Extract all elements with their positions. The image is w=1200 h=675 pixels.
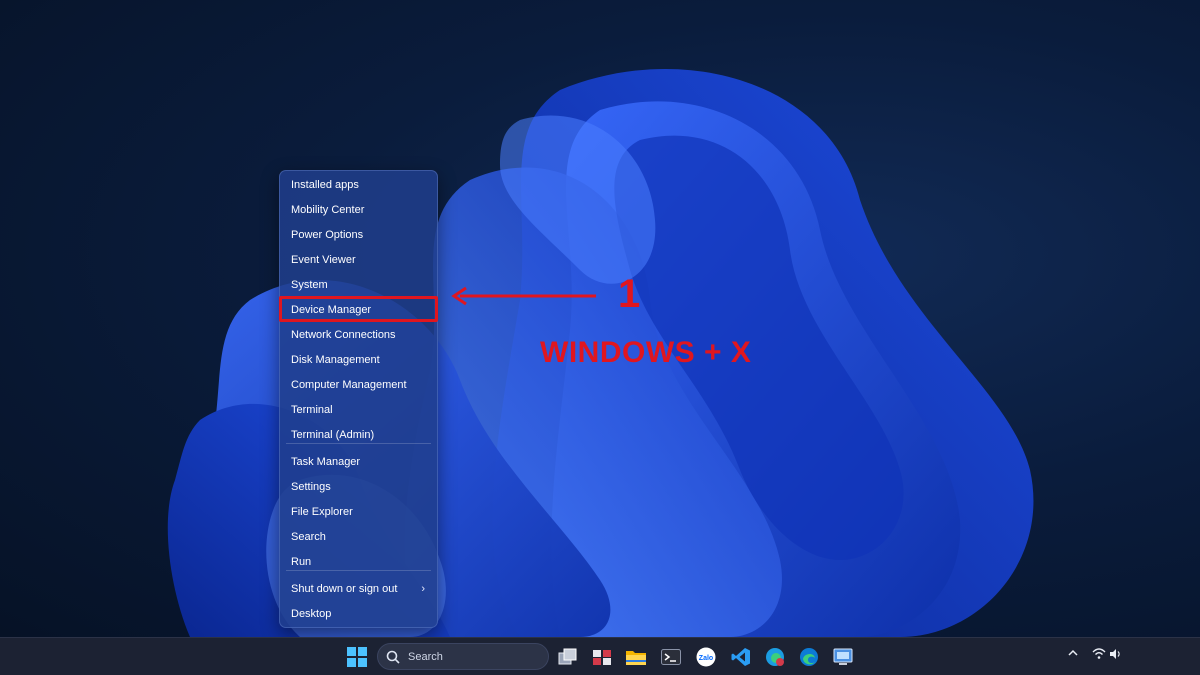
task-view-button[interactable]	[556, 645, 580, 669]
task-view-icon	[558, 648, 577, 665]
menu-item-file-explorer[interactable]: File Explorer	[280, 499, 437, 524]
zalo-icon: Zalo	[696, 647, 716, 667]
step-number: 1	[618, 272, 641, 316]
menu-item-label: Mobility Center	[291, 203, 365, 216]
search-label: Search	[408, 650, 443, 663]
zalo-label: Zalo	[699, 655, 713, 662]
menu-item-label: Terminal (Admin)	[291, 428, 375, 441]
menu-item-installed-apps[interactable]: Installed apps	[280, 172, 437, 197]
menu-item-label: Computer Management	[291, 378, 407, 391]
menu-item-disk-management[interactable]: Disk Management	[280, 347, 437, 372]
menu-item-computer-management[interactable]: Computer Management	[280, 372, 437, 397]
menu-item-label: Desktop	[291, 607, 332, 620]
menu-item-label: Disk Management	[291, 353, 380, 366]
menu-item-terminal-admin[interactable]: Terminal (Admin)	[280, 422, 437, 447]
menu-item-system[interactable]: System	[280, 272, 437, 297]
file-explorer-button[interactable]	[624, 645, 648, 669]
menu-item-desktop[interactable]: Desktop	[280, 601, 437, 626]
menu-item-label: File Explorer	[291, 505, 353, 518]
chevron-right-icon: ›	[421, 582, 425, 595]
menu-item-settings[interactable]: Settings	[280, 474, 437, 499]
menu-item-task-manager[interactable]: Task Manager	[280, 449, 437, 474]
menu-item-label: Run	[291, 555, 312, 568]
menu-item-search[interactable]: Search	[280, 524, 437, 549]
menu-item-network-connections[interactable]: Network Connections	[280, 322, 437, 347]
edge-button[interactable]	[797, 645, 821, 669]
zalo-button[interactable]: Zalo	[694, 645, 718, 669]
annotation-arrow-icon	[451, 286, 596, 306]
menu-item-label: Power Options	[291, 228, 364, 241]
start-button[interactable]	[345, 645, 369, 669]
menu-item-shut-down-or-sign-out[interactable]: Shut down or sign out ›	[280, 576, 437, 601]
windows-tools-button[interactable]	[590, 645, 614, 669]
menu-item-label: Task Manager	[291, 455, 361, 468]
file-explorer-icon	[626, 651, 646, 665]
bloom-wallpaper	[167, 68, 1034, 637]
edge-icon	[800, 648, 818, 666]
search-icon	[386, 649, 402, 665]
terminal-icon	[661, 649, 681, 665]
shortcut-label: WINDOWS + X	[540, 336, 752, 369]
taskbar: Search Zalo	[0, 637, 1200, 675]
winx-quick-link-menu: Installed apps Mobility Center Power Optio…	[279, 170, 438, 628]
menu-item-label: Settings	[291, 480, 331, 493]
menu-item-label: Network Connections	[291, 328, 396, 341]
volume-icon[interactable]	[1109, 648, 1123, 663]
screen-capture-icon	[833, 648, 853, 665]
menu-item-mobility-center[interactable]: Mobility Center	[280, 197, 437, 222]
menu-item-run[interactable]: Run	[280, 549, 437, 574]
desktop[interactable]: Installed apps Mobility Center Power Optio…	[0, 0, 1200, 637]
menu-item-power-options[interactable]: Power Options	[280, 222, 437, 247]
edge-beta-icon	[766, 648, 784, 666]
vscode-button[interactable]	[729, 645, 753, 669]
menu-item-label: Shut down or sign out	[291, 582, 398, 595]
terminal-button[interactable]	[659, 645, 683, 669]
menu-item-terminal[interactable]: Terminal	[280, 397, 437, 422]
menu-item-label: System	[291, 278, 328, 291]
menu-item-label: Terminal	[291, 403, 333, 416]
menu-item-label: Event Viewer	[291, 253, 356, 266]
menu-item-event-viewer[interactable]: Event Viewer	[280, 247, 437, 272]
edge-beta-button[interactable]	[763, 645, 787, 669]
vscode-icon	[731, 648, 750, 666]
menu-item-label: Search	[291, 530, 326, 543]
taskbar-search[interactable]: Search	[377, 643, 549, 670]
device-manager-highlight	[279, 296, 438, 322]
windows-tools-icon	[593, 650, 611, 665]
chevron-up-icon[interactable]	[1067, 648, 1079, 661]
wifi-icon[interactable]	[1092, 648, 1106, 663]
screen-capture-button[interactable]	[831, 645, 855, 669]
windows-logo-icon	[347, 647, 367, 667]
menu-item-label: Installed apps	[291, 178, 359, 191]
